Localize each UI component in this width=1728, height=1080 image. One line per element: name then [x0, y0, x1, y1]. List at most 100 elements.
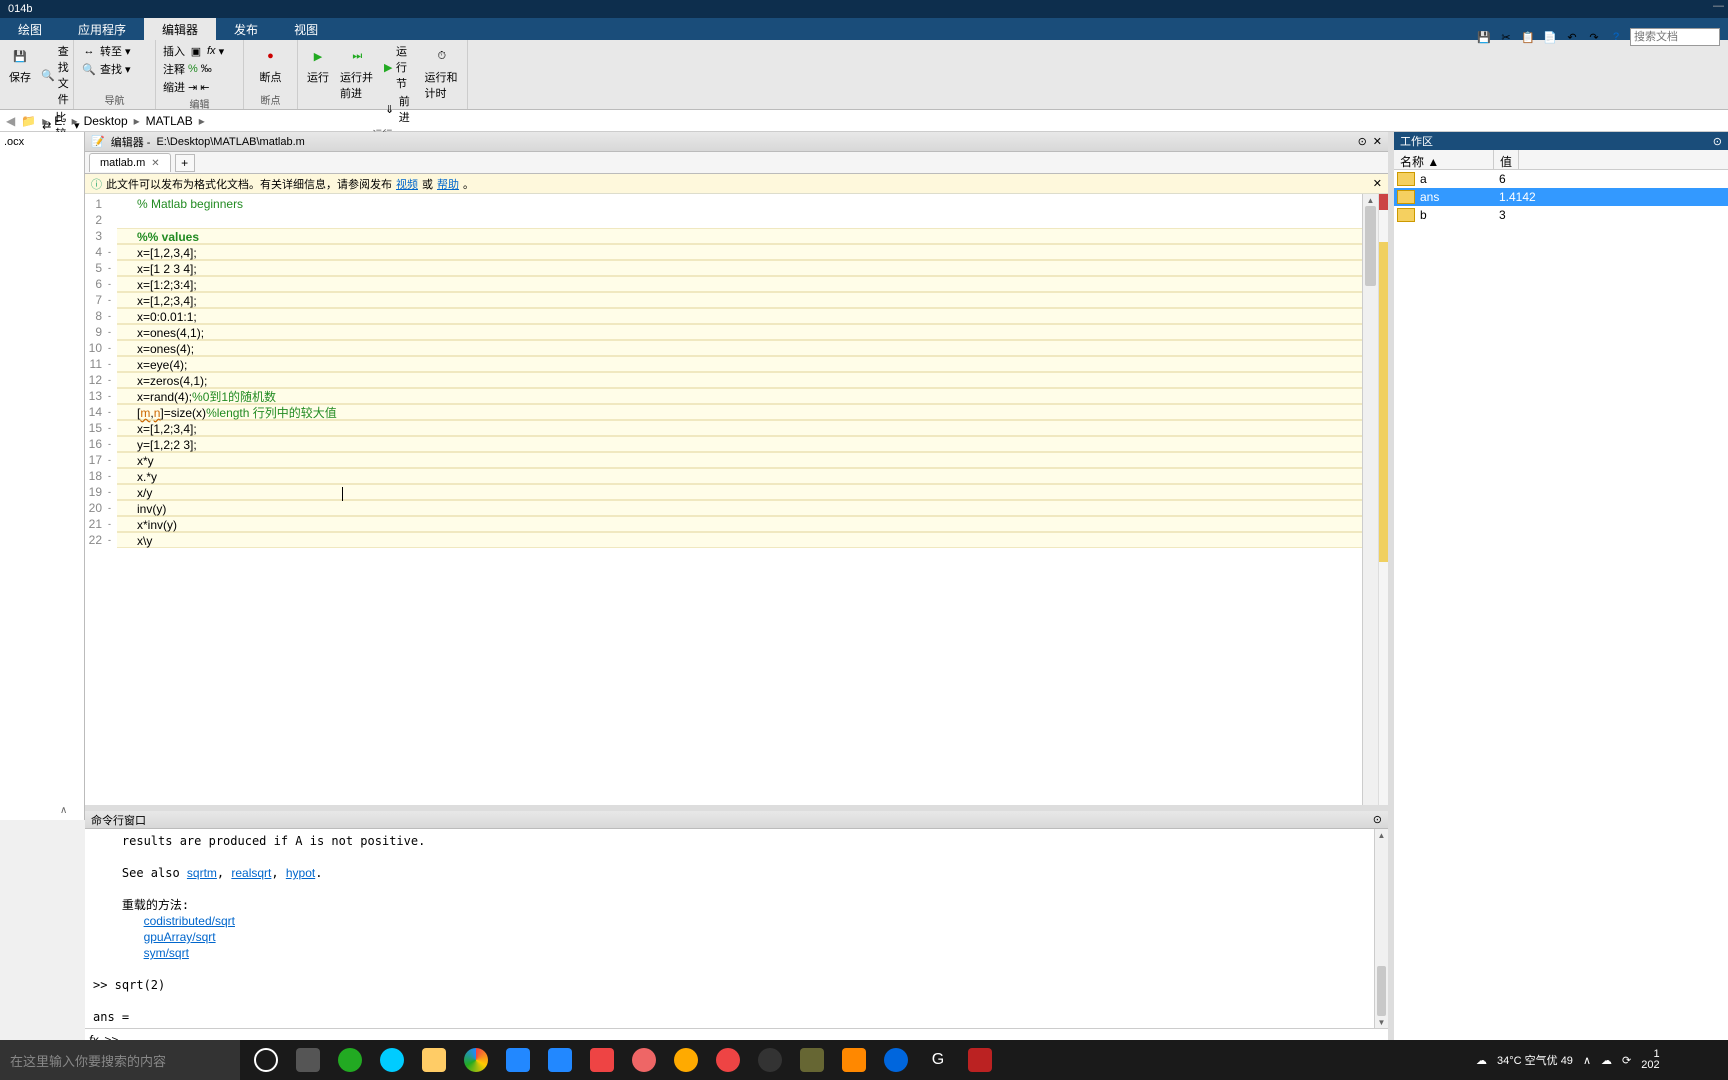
path-seg-desktop[interactable]: Desktop: [84, 114, 128, 128]
tray-icon[interactable]: ⟳: [1622, 1054, 1631, 1067]
run-button[interactable]: ▶运行: [304, 42, 332, 126]
workspace-row[interactable]: a6: [1394, 170, 1728, 188]
weather-text[interactable]: 34°C 空气优 49: [1497, 1052, 1573, 1068]
tab-publish[interactable]: 发布: [216, 18, 276, 40]
cmd-dock-icon[interactable]: ⊙: [1373, 813, 1382, 826]
editor-scrollbar[interactable]: ▲ ▼: [1362, 194, 1378, 820]
goto-button[interactable]: ↔转至 ▾: [80, 42, 132, 60]
close-editor-icon[interactable]: ✕: [1373, 135, 1382, 148]
chrome-icon[interactable]: [464, 1048, 488, 1072]
scroll-up-icon[interactable]: ▲: [1363, 194, 1378, 206]
command-title: 命令行窗口: [91, 812, 146, 828]
insert-button[interactable]: 插入 ▣ fx ▾: [162, 42, 225, 60]
close-tab-icon[interactable]: ✕: [151, 158, 159, 169]
app2-icon[interactable]: [632, 1048, 656, 1072]
maximize-icon[interactable]: ⊙: [1358, 135, 1367, 148]
scroll-thumb[interactable]: [1377, 966, 1386, 1016]
file-item[interactable]: .ocx: [4, 136, 80, 148]
run-section-button[interactable]: ▶运行节: [383, 42, 417, 92]
ws-dock-icon[interactable]: ⊙: [1713, 135, 1722, 148]
code-minimap[interactable]: [1378, 194, 1388, 820]
close-infobar-icon[interactable]: ✕: [1373, 177, 1382, 190]
col-name[interactable]: 名称 ▲: [1394, 150, 1494, 169]
publish-info-bar: ⓘ 此文件可以发布为格式化文档。有关详细信息，请参阅发布 视频 或 帮助。 ✕: [85, 174, 1388, 194]
weather-icon[interactable]: ☁: [1476, 1054, 1487, 1067]
mail-icon[interactable]: [548, 1048, 572, 1072]
amd-icon[interactable]: [968, 1048, 992, 1072]
command-window: 命令行窗口 ⊙ results are produced if A is not…: [85, 805, 1388, 1050]
taskview-icon[interactable]: [296, 1048, 320, 1072]
breakpoint-button[interactable]: ● 断点: [250, 42, 291, 87]
cmd-scrollbar[interactable]: ▲ ▼: [1374, 829, 1388, 1028]
help-icon[interactable]: ?: [1608, 29, 1624, 45]
save-icon: 💾: [8, 44, 32, 68]
explorer-icon[interactable]: [422, 1048, 446, 1072]
scroll-down-icon[interactable]: ▼: [1375, 1016, 1388, 1028]
scroll-thumb[interactable]: [1365, 206, 1376, 286]
redo-icon[interactable]: ↷: [1586, 29, 1602, 45]
umbrella-icon[interactable]: [674, 1048, 698, 1072]
new-tab-button[interactable]: +: [175, 154, 195, 172]
help-link[interactable]: 帮助: [437, 176, 459, 192]
tab-apps[interactable]: 应用程序: [60, 18, 144, 40]
code-text[interactable]: % Matlab beginners%% valuesx=[1,2,3,4];x…: [117, 194, 1362, 820]
copy-icon[interactable]: 📋: [1520, 29, 1536, 45]
onedrive-icon[interactable]: ☁: [1601, 1054, 1612, 1067]
app3-icon[interactable]: [716, 1048, 740, 1072]
indent-label: 缩进: [163, 79, 185, 95]
command-output[interactable]: results are produced if A is not positiv…: [85, 829, 1388, 1028]
tab-editor[interactable]: 编辑器: [144, 18, 216, 40]
obs-icon[interactable]: [758, 1048, 782, 1072]
comment-button[interactable]: 注释 % ‰: [162, 60, 225, 78]
ribbon-tab-strip: 绘图 应用程序 编辑器 发布 视图: [0, 18, 1728, 40]
code-editor[interactable]: 1234-5-6-7-8-9-10-11-12-13-14-15-16-17-1…: [85, 194, 1388, 820]
edge-icon[interactable]: [380, 1048, 404, 1072]
scroll-up-icon[interactable]: ▲: [1375, 829, 1388, 841]
advance-button[interactable]: ⇓前进: [383, 92, 417, 126]
taskbar-search[interactable]: 在这里输入你要搜索的内容: [0, 1040, 240, 1080]
video-link[interactable]: 视频: [396, 176, 418, 192]
find-button[interactable]: 🔍查找 ▾: [80, 60, 132, 78]
var-value: 3: [1493, 208, 1506, 222]
expand-icon[interactable]: ∧: [60, 805, 67, 816]
group-edit-label: 编辑: [162, 96, 237, 111]
path-seg-drive[interactable]: E:: [54, 114, 65, 128]
file-tab[interactable]: matlab.m ✕: [89, 153, 171, 172]
search-icon: 🔍: [41, 67, 55, 83]
doc-search-input[interactable]: [1630, 28, 1720, 46]
save-icon[interactable]: 💾: [1476, 29, 1492, 45]
paste-icon[interactable]: 📄: [1542, 29, 1558, 45]
run-advance-button[interactable]: ⏭运行并前进: [338, 42, 377, 126]
workspace-row[interactable]: b3: [1394, 206, 1728, 224]
cut-icon[interactable]: ✂: [1498, 29, 1514, 45]
find-label: 查找: [100, 61, 122, 77]
wps-icon[interactable]: [590, 1048, 614, 1072]
tab-plot[interactable]: 绘图: [0, 18, 60, 40]
find-icon: 🔍: [81, 61, 97, 77]
app6-icon[interactable]: G: [926, 1048, 950, 1072]
path-bar: ◀ 📁 ▸ E: ▸ Desktop ▸ MATLAB ▸: [0, 110, 1728, 132]
folder-icon[interactable]: 📁: [21, 114, 36, 128]
cortana-icon[interactable]: [254, 1048, 278, 1072]
tray-expand-icon[interactable]: ∧: [1583, 1054, 1591, 1067]
clock[interactable]: 1 202: [1641, 1049, 1659, 1071]
tab-view[interactable]: 视图: [276, 18, 336, 40]
app-icon[interactable]: [338, 1048, 362, 1072]
undo-icon[interactable]: ↶: [1564, 29, 1580, 45]
minimize-icon[interactable]: —: [1713, 0, 1724, 12]
store-icon[interactable]: [506, 1048, 530, 1072]
run-time-button[interactable]: ⏱运行和计时: [422, 42, 461, 126]
indent-button[interactable]: 缩进 ⇥ ⇤: [162, 78, 225, 96]
group-nav-label: 导航: [80, 92, 149, 107]
col-value[interactable]: 值: [1494, 150, 1519, 169]
app5-icon[interactable]: [884, 1048, 908, 1072]
run-section-label: 运行节: [396, 43, 415, 91]
path-seg-matlab[interactable]: MATLAB: [146, 114, 193, 128]
matlab-icon[interactable]: [842, 1048, 866, 1072]
workspace-row[interactable]: ans1.4142: [1394, 188, 1728, 206]
advance-label: 前进: [399, 93, 416, 125]
back-icon[interactable]: ◀: [6, 114, 15, 128]
info-or: 或: [422, 176, 433, 192]
app4-icon[interactable]: [800, 1048, 824, 1072]
var-name: ans: [1418, 190, 1493, 204]
